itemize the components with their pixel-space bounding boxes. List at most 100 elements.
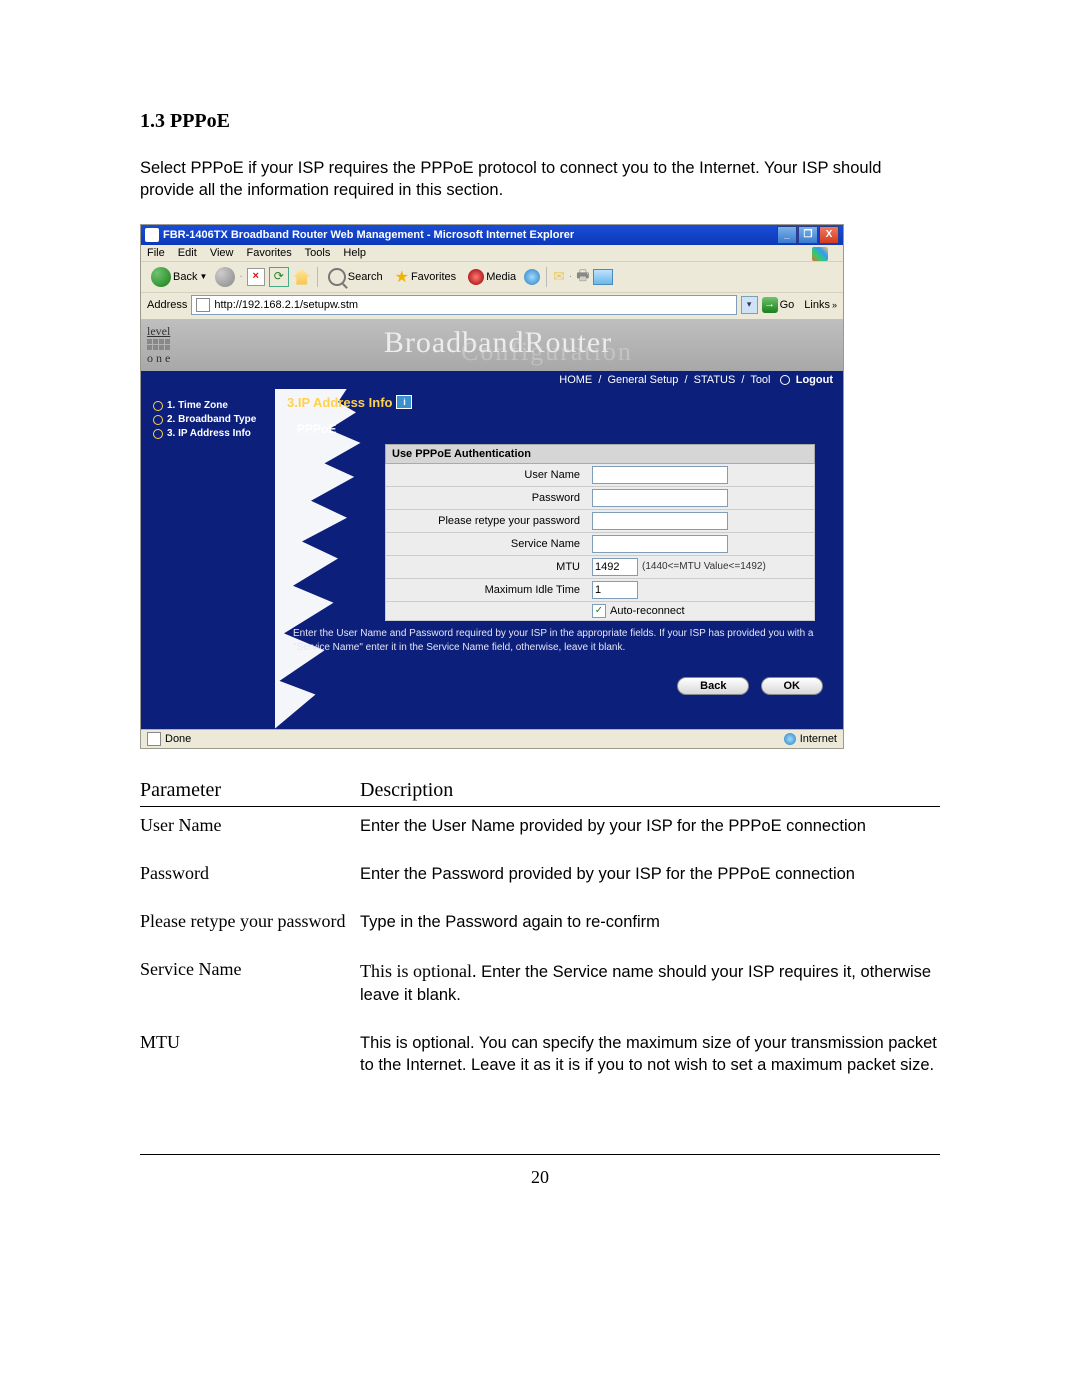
form-header: Use PPPoE Authentication — [385, 444, 815, 464]
wizard-sidebar: 1. Time Zone 2. Broadband Type 3. IP Add… — [141, 389, 275, 729]
table-row: MTUThis is optional. You can specify the… — [140, 1024, 940, 1095]
refresh-button[interactable]: ⟳ — [269, 267, 289, 287]
window-titlebar: FBR-1406TX Broadband Router Web Manageme… — [141, 225, 843, 245]
address-label: Address — [147, 299, 187, 311]
bullet-icon — [153, 429, 163, 439]
sidebar-item-broadband-type[interactable]: 2. Broadband Type — [153, 413, 271, 426]
label-auto-reconnect: Auto-reconnect — [610, 605, 685, 617]
input-mtu[interactable] — [592, 558, 638, 576]
page-icon — [196, 298, 210, 312]
address-url: http://192.168.2.1/setupw.stm — [214, 299, 358, 311]
browser-window: FBR-1406TX Broadband Router Web Manageme… — [140, 224, 844, 749]
banner-subtitle: Configuration — [461, 337, 633, 367]
bullet-icon — [153, 401, 163, 411]
page-number: 20 — [140, 1167, 940, 1188]
parameter-table: Parameter Description User NameEnter the… — [140, 775, 940, 1095]
label-service-name: Service Name — [386, 535, 588, 553]
router-banner: level o n e BroadbandRouter Configuratio… — [141, 319, 843, 371]
browser-statusbar: Done Internet — [141, 729, 843, 748]
table-row: User NameEnter the User Name provided by… — [140, 806, 940, 855]
desc-cell: This is optional. You can specify the ma… — [360, 1024, 940, 1095]
menu-edit[interactable]: Edit — [178, 247, 197, 259]
desc-cell: This is optional. Enter the Service name… — [360, 951, 940, 1024]
mtu-hint: (1440<=MTU Value<=1492) — [642, 561, 766, 572]
sidebar-item-label: 2. Broadband Type — [167, 413, 256, 426]
go-arrow-icon: → — [762, 297, 778, 313]
stop-button[interactable]: × — [247, 268, 265, 286]
minimize-button[interactable]: _ — [777, 226, 797, 244]
form-instruction: Enter the User Name and Password require… — [293, 627, 825, 655]
menu-file[interactable]: File — [147, 247, 165, 259]
favorites-button[interactable]: ★ Favorites — [391, 266, 461, 288]
media-button[interactable]: Media — [464, 268, 520, 286]
nav-general-setup[interactable]: General Setup — [607, 374, 678, 386]
maximize-button[interactable]: ❐ — [798, 226, 818, 244]
input-username[interactable] — [592, 466, 728, 484]
address-dropdown[interactable]: ▾ — [741, 296, 758, 314]
sidebar-item-ip-address[interactable]: 3. IP Address Info — [153, 427, 271, 440]
nav-status[interactable]: STATUS — [694, 374, 736, 386]
checkbox-auto-reconnect[interactable]: ✓ — [592, 604, 606, 618]
info-icon[interactable]: i — [396, 395, 412, 409]
param-cell: Password — [140, 855, 360, 903]
close-button[interactable]: X — [819, 226, 839, 244]
sidebar-item-label: 3. IP Address Info — [167, 427, 251, 440]
windows-logo-icon — [812, 247, 828, 261]
go-button[interactable]: → Go — [762, 297, 795, 313]
table-row: Please retype your passwordType in the P… — [140, 903, 940, 951]
param-cell: MTU — [140, 1024, 360, 1095]
footer-rule — [140, 1154, 940, 1155]
mail-button[interactable]: ✉ — [553, 268, 565, 285]
address-input[interactable]: http://192.168.2.1/setupw.stm — [191, 295, 736, 315]
status-text: Done — [165, 733, 191, 745]
param-cell: Please retype your password — [140, 903, 360, 951]
back-button[interactable]: Back — [677, 677, 749, 695]
table-row: PasswordEnter the Password provided by y… — [140, 855, 940, 903]
nav-tool[interactable]: Tool — [750, 374, 770, 386]
menu-tools[interactable]: Tools — [305, 247, 331, 259]
label-retype-password: Please retype your password — [386, 512, 588, 530]
print-button[interactable]: 🖶 — [576, 265, 589, 289]
table-row: Service NameThis is optional. Enter the … — [140, 951, 940, 1024]
menu-help[interactable]: Help — [343, 247, 366, 259]
input-max-idle[interactable] — [592, 581, 638, 599]
col-parameter: Parameter — [140, 775, 360, 807]
menu-view[interactable]: View — [210, 247, 234, 259]
links-button[interactable]: Links» — [804, 299, 837, 311]
ie-icon — [145, 228, 159, 242]
edit-button[interactable] — [593, 269, 613, 285]
internet-zone-icon — [784, 733, 796, 745]
menubar: File Edit View Favorites Tools Help — [141, 245, 843, 261]
status-zone: Internet — [800, 733, 837, 745]
bullet-icon — [153, 415, 163, 425]
input-retype-password[interactable] — [592, 512, 728, 530]
param-cell: User Name — [140, 806, 360, 855]
nav-home[interactable]: HOME — [559, 374, 592, 386]
address-bar: Address http://192.168.2.1/setupw.stm ▾ … — [141, 292, 843, 319]
back-button[interactable]: Back ▼ — [147, 266, 211, 288]
bullet-icon — [780, 375, 790, 385]
pppoe-form: Use PPPoE Authentication User Name Passw… — [385, 444, 815, 621]
window-title: FBR-1406TX Broadband Router Web Manageme… — [163, 229, 777, 241]
history-button[interactable] — [524, 269, 540, 285]
menu-favorites[interactable]: Favorites — [247, 247, 292, 259]
sidebar-item-label: 1. Time Zone — [167, 399, 228, 412]
search-button[interactable]: Search — [324, 267, 387, 287]
col-description: Description — [360, 775, 940, 807]
forward-button[interactable] — [215, 267, 235, 287]
top-nav: HOME / General Setup / STATUS / Tool Log… — [141, 371, 843, 389]
content-subheading: PPPoE — [297, 422, 833, 436]
router-page: level o n e BroadbandRouter Configuratio… — [141, 319, 843, 729]
search-icon — [328, 268, 346, 286]
input-service-name[interactable] — [592, 535, 728, 553]
section-heading: 1.3 PPPoE — [140, 110, 940, 133]
desc-cell: Enter the Password provided by your ISP … — [360, 855, 940, 903]
nav-logout[interactable]: Logout — [796, 374, 833, 386]
home-button[interactable] — [293, 268, 311, 286]
done-icon — [147, 732, 161, 746]
ok-button[interactable]: OK — [761, 677, 824, 695]
back-arrow-icon — [151, 267, 171, 287]
input-password[interactable] — [592, 489, 728, 507]
content-section-title: 3.IP Address Info i — [287, 395, 833, 410]
sidebar-item-timezone[interactable]: 1. Time Zone — [153, 399, 271, 412]
